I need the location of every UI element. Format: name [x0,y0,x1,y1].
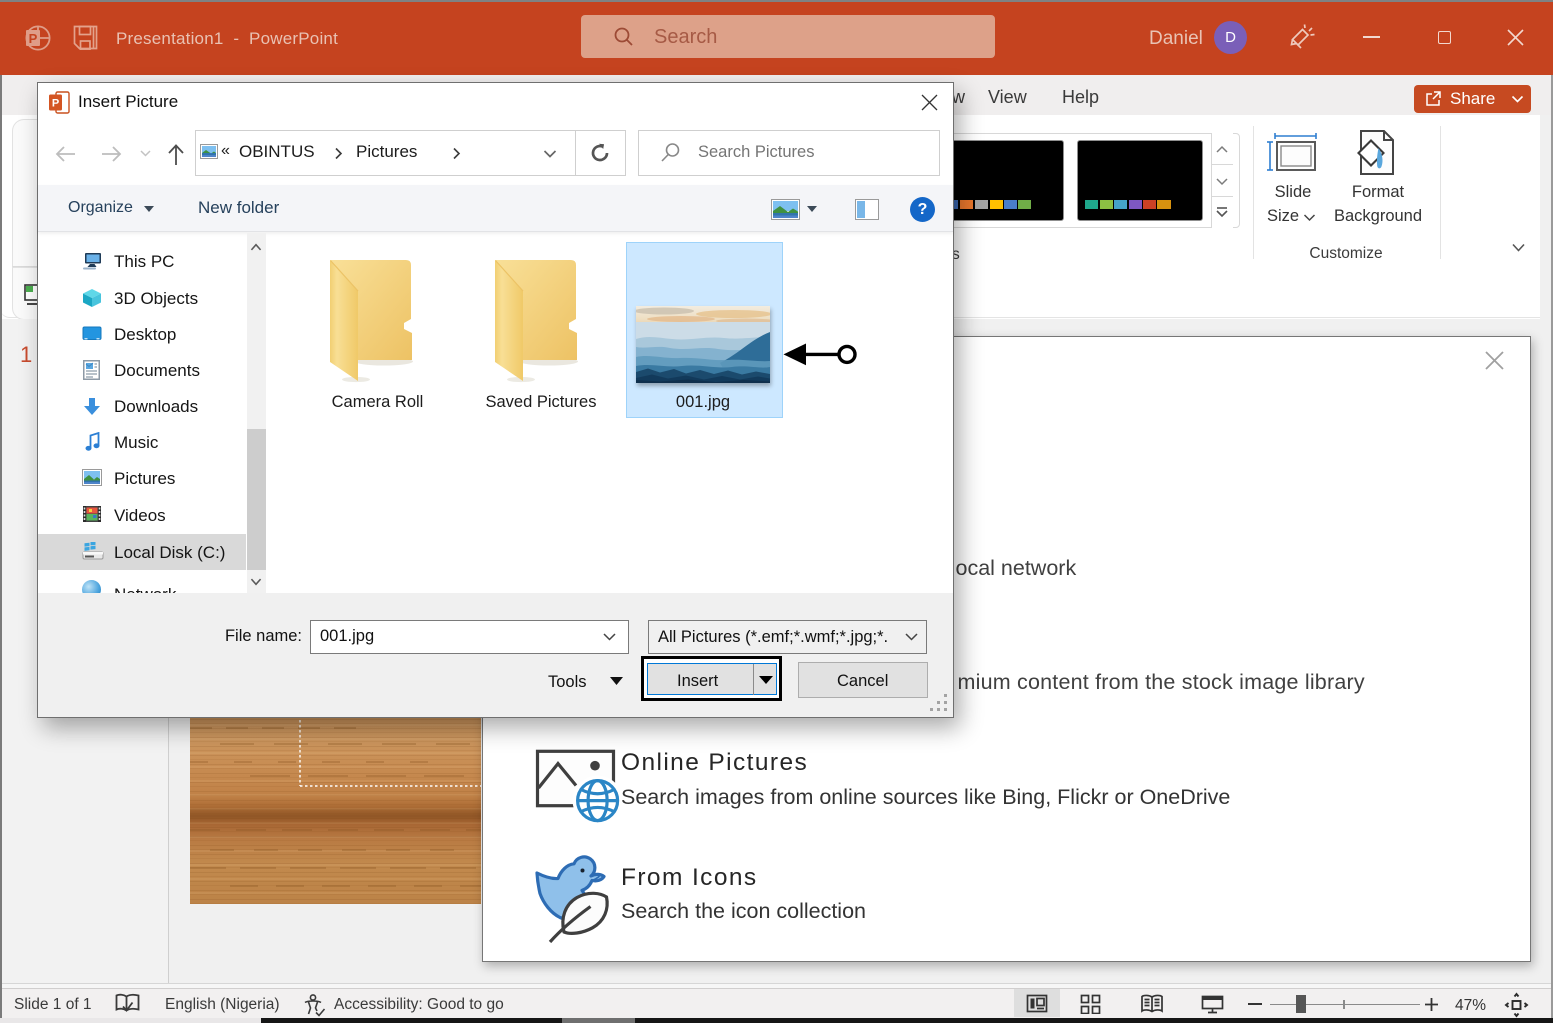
svg-text:P: P [52,98,59,110]
svg-text:P: P [29,31,38,46]
